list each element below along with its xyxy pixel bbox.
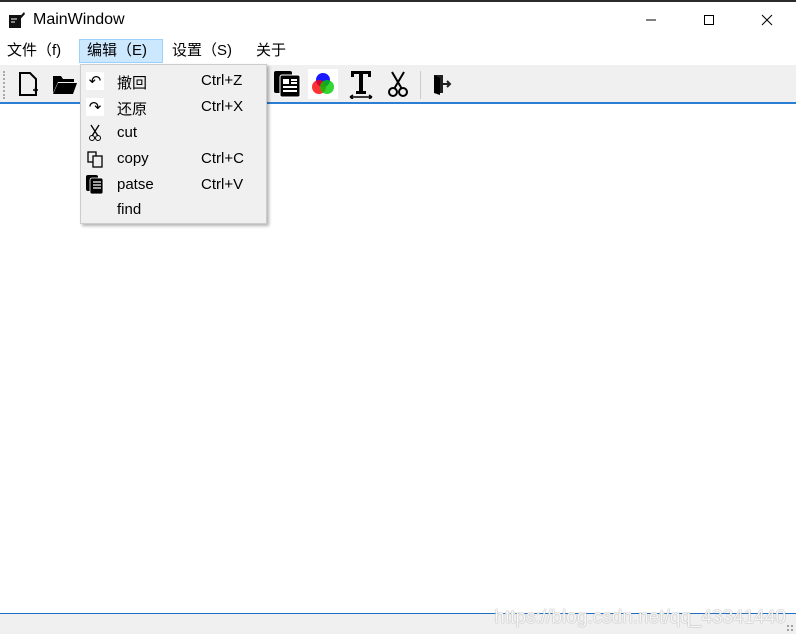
menu-item-label: 还原 — [117, 101, 148, 118]
toolbar-separator — [420, 71, 421, 99]
new-file-icon — [19, 72, 38, 96]
menu-file[interactable]: 文件（f) — [0, 39, 68, 63]
redo-icon: ↷ — [86, 98, 104, 116]
maximize-icon — [704, 15, 714, 25]
menu-item-shortcut: Ctrl+X — [201, 98, 244, 115]
menu-item-label: find — [117, 201, 142, 218]
maximize-button[interactable] — [680, 2, 738, 38]
new-file-button[interactable] — [13, 69, 43, 99]
cut-icon — [388, 71, 408, 97]
minimize-button[interactable] — [622, 2, 680, 38]
menu-item-label: 撤回 — [117, 75, 148, 92]
menu-item-cut[interactable]: cut — [81, 120, 266, 146]
font-button[interactable] — [346, 69, 376, 99]
open-folder-icon — [53, 76, 77, 94]
size-grip[interactable] — [786, 624, 794, 632]
window-title: MainWindow — [33, 11, 125, 28]
paste-icon — [274, 71, 301, 98]
menu-item-shortcut: Ctrl+C — [201, 150, 244, 167]
menu-item-label: patse — [117, 176, 154, 193]
close-icon — [761, 14, 773, 26]
menu-bar: 文件（f) 编辑（E) 设置（S) 关于 — [0, 38, 796, 64]
scissors-icon — [86, 124, 104, 142]
menu-item-shortcut: Ctrl+V — [201, 176, 244, 193]
menu-item-label: copy — [117, 150, 149, 167]
color-button[interactable] — [308, 69, 338, 99]
menu-item-find[interactable]: find — [81, 197, 266, 223]
toolbar-grip[interactable] — [3, 71, 5, 99]
paste-button[interactable] — [272, 69, 302, 99]
close-button[interactable] — [738, 2, 796, 38]
undo-icon: ↶ — [86, 72, 104, 90]
menu-settings[interactable]: 设置（S) — [165, 39, 239, 63]
copy-icon — [86, 150, 104, 168]
menu-item-copy[interactable]: copy Ctrl+C — [81, 146, 266, 172]
app-icon — [9, 12, 25, 28]
exit-button[interactable] — [427, 69, 457, 99]
menu-about[interactable]: 关于 — [249, 39, 293, 63]
title-bar[interactable]: MainWindow — [0, 2, 796, 38]
menu-item-undo[interactable]: ↶ 撤回 Ctrl+Z — [81, 68, 266, 94]
edit-menu-popup: ↶ 撤回 Ctrl+Z ↷ 还原 Ctrl+X cut copy Ctrl+C … — [80, 64, 267, 224]
cut-button[interactable] — [383, 69, 413, 99]
open-folder-button[interactable] — [50, 69, 80, 99]
watermark: https://blog.csdn.net/qq_43341440 — [494, 607, 786, 628]
menu-item-label: cut — [117, 124, 138, 141]
paste-icon — [86, 175, 104, 195]
menu-item-redo[interactable]: ↷ 还原 Ctrl+X — [81, 94, 266, 120]
color-icon — [312, 73, 334, 94]
font-icon — [349, 71, 373, 99]
minimize-icon — [646, 19, 656, 21]
status-bar: https://blog.csdn.net/qq_43341440 — [0, 607, 796, 634]
menu-edit[interactable]: 编辑（E) — [79, 39, 163, 63]
exit-icon — [434, 75, 452, 95]
menu-item-paste[interactable]: patse Ctrl+V — [81, 172, 266, 198]
menu-item-shortcut: Ctrl+Z — [201, 72, 243, 89]
